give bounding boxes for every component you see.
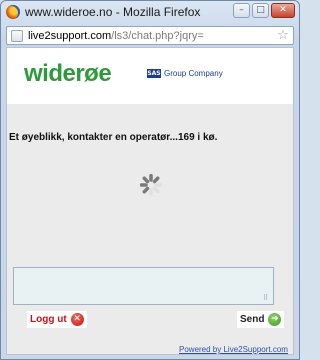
- header-band: widerøe SAS Group Company: [7, 48, 293, 104]
- firefox-icon: [6, 5, 20, 19]
- address-bar[interactable]: live2support.com/ls3/chat.php?jqry= ☆: [6, 26, 294, 45]
- logout-button[interactable]: Logg ut ✕: [27, 311, 87, 328]
- close-button[interactable]: ✕: [271, 3, 295, 18]
- url-domain: live2support.com: [28, 29, 112, 42]
- send-button[interactable]: Send ➜: [237, 311, 285, 328]
- maximize-button[interactable]: □: [252, 3, 269, 18]
- logout-label: Logg ut: [30, 314, 67, 325]
- browser-window: www.wideroe.no - Mozilla Firefox – □ ✕ l…: [0, 0, 300, 360]
- resize-grip-icon[interactable]: ⠿: [263, 295, 271, 303]
- site-identity-icon[interactable]: [11, 29, 23, 42]
- sas-logo: SAS: [147, 69, 161, 78]
- group-company-label: Group Company: [164, 69, 223, 78]
- window-title: www.wideroe.no - Mozilla Firefox: [25, 5, 201, 19]
- wideroe-logo: widerøe: [24, 60, 112, 87]
- url-text[interactable]: live2support.com/ls3/chat.php?jqry=: [28, 30, 276, 42]
- loading-spinner-icon: [140, 174, 162, 196]
- url-path: /ls3/chat.php?jqry=: [111, 29, 204, 42]
- chat-page: widerøe SAS Group Company Et øyeblikk, k…: [6, 47, 294, 355]
- minimize-button[interactable]: –: [233, 3, 250, 18]
- send-label: Send: [240, 314, 265, 325]
- queue-status: Et øyeblikk, kontakter en operatør...169…: [9, 132, 218, 143]
- arrow-right-icon: ➜: [268, 313, 282, 326]
- powered-by-link[interactable]: Powered by Live2Support.com: [179, 345, 288, 354]
- bookmark-star-icon[interactable]: ☆: [276, 28, 290, 43]
- chat-message-input[interactable]: [13, 267, 274, 305]
- title-bar: www.wideroe.no - Mozilla Firefox – □ ✕: [1, 1, 299, 23]
- close-circle-icon: ✕: [70, 313, 84, 326]
